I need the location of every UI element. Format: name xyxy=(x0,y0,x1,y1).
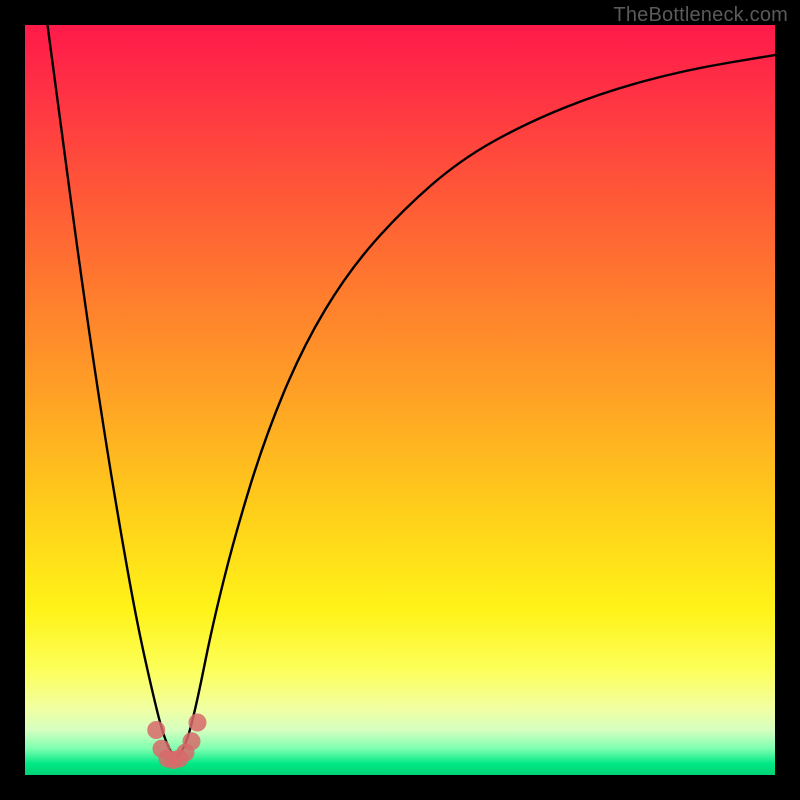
bottleneck-cluster-markers xyxy=(147,714,206,770)
bottleneck-curve-line xyxy=(48,25,776,756)
watermark-text: TheBottleneck.com xyxy=(613,4,788,27)
cluster-dot xyxy=(147,721,165,739)
cluster-dot xyxy=(183,732,201,750)
cluster-dot xyxy=(189,714,207,732)
chart-frame: TheBottleneck.com xyxy=(0,0,800,800)
curve-layer xyxy=(25,25,775,775)
plot-area xyxy=(25,25,775,775)
